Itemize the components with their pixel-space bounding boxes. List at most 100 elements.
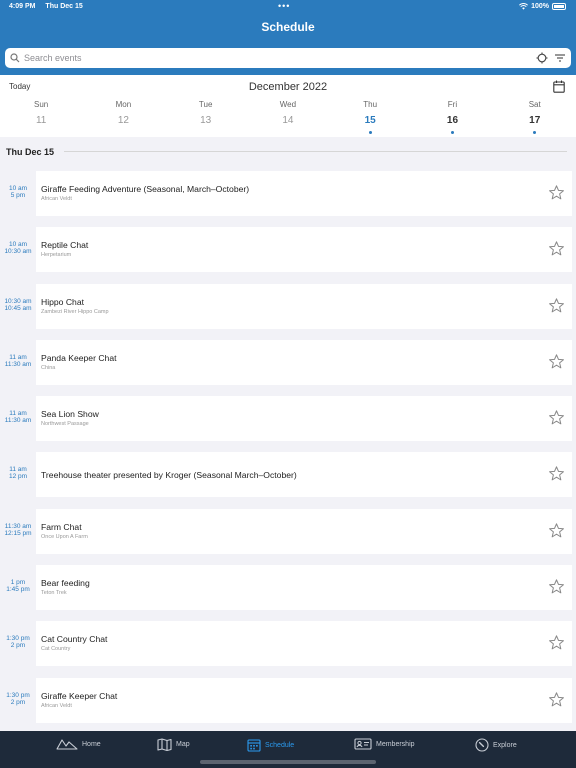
event-title: Sea Lion Show [41,409,99,420]
day-thu-selected[interactable]: Thu 15 [329,100,411,135]
event-title: Farm Chat [41,521,82,532]
tab-label: Membership [376,740,415,748]
favorite-star-icon[interactable] [548,465,565,482]
battery-icon [552,3,566,10]
event-row[interactable]: 1:30 pm 2 pm Cat Country Chat Cat Country [0,621,576,677]
event-location: Zambezi River Hippo Camp [41,308,109,315]
day-name: Sat [528,100,541,109]
day-name: Sun [34,100,49,109]
calendar-month-title: December 2022 [248,81,328,93]
favorite-star-icon[interactable] [548,634,565,651]
event-card[interactable]: Treehouse theater presented by Kroger (S… [36,452,572,498]
tab-membership[interactable]: Membership [354,738,415,750]
day-mon[interactable]: Mon 12 [82,100,164,135]
event-start: 11 am [9,410,27,418]
event-row[interactable]: 10 am 5 pm Giraffe Feeding Adventure (Sea… [0,171,576,227]
event-row[interactable]: 11 am 12 pm Treehouse theater presented b… [0,452,576,508]
event-time: 1:30 pm 2 pm [0,635,36,649]
event-end: 12:15 pm [4,529,32,537]
day-name: Mon [115,100,132,109]
event-row[interactable]: 10:30 am 10:45 am Hippo Chat Zambezi Rive… [0,283,576,340]
event-row[interactable]: 1:30 pm 2 pm Giraffe Keeper Chat African … [0,677,576,734]
event-title: Giraffe Keeper Chat [41,690,118,701]
event-card[interactable]: Cat Country Chat Cat Country [36,621,572,667]
event-start: 10 am [8,241,28,249]
battery-percent: 100% [531,3,549,10]
tab-map[interactable]: Map [157,738,190,751]
event-card[interactable]: Panda Keeper Chat China [36,339,572,385]
tab-explore[interactable]: Explore [475,738,517,752]
day-tue[interactable]: Tue 13 [165,100,247,135]
event-card[interactable]: Sea Lion Show Northwest Passage [36,396,572,442]
day-wed[interactable]: Wed 14 [247,100,329,135]
map-icon [157,738,172,751]
favorite-star-icon[interactable] [548,297,565,314]
event-time: 10:30 am 10:45 am [0,298,36,312]
day-fri[interactable]: Fri 16 [411,100,493,135]
event-list: 10 am 5 pm Giraffe Feeding Adventure (Sea… [0,171,576,734]
day-sat[interactable]: Sat 17 [494,100,576,135]
calendar-icon[interactable] [553,80,565,93]
event-end: 2 pm [10,698,26,706]
day-number: 14 [282,115,294,126]
tab-home[interactable]: Home [56,738,101,750]
event-row[interactable]: 1 pm 1:45 pm Bear feeding Teton Trek [0,565,576,621]
favorite-star-icon[interactable] [548,240,565,257]
search-icon [10,53,20,63]
event-time: 11:30 am 12:15 pm [0,523,36,537]
day-number: 13 [200,115,212,126]
event-end: 10:45 am [4,304,32,312]
status-date: Thu Dec 15 [45,3,83,10]
day-sun[interactable]: Sun 11 [0,100,82,135]
event-end: 10:30 am [4,248,32,256]
favorite-star-icon[interactable] [548,691,565,708]
app-header: 4:09 PM Thu Dec 15 ••• 100% Schedule [0,0,576,75]
tab-label: Schedule [265,741,295,749]
event-start: 1 pm [10,579,26,587]
event-card[interactable]: Giraffe Feeding Adventure (Seasonal, Mar… [36,171,572,216]
status-bar: 4:09 PM Thu Dec 15 ••• 100% [0,0,576,14]
wifi-icon [519,3,529,10]
search-bar[interactable] [5,48,571,68]
day-number: 11 [35,115,47,126]
home-indicator[interactable] [200,760,376,764]
tab-schedule[interactable]: Schedule [247,738,294,752]
favorite-star-icon[interactable] [548,184,565,201]
day-name: Fri [447,100,458,109]
tab-label: Explore [493,741,517,749]
event-location: Northwest Passage [41,421,89,428]
event-row[interactable]: 11 am 11:30 am Sea Lion Show Northwest Pa… [0,396,576,452]
event-location: China [41,364,56,371]
day-number: 12 [117,115,129,126]
event-start: 11 am [9,466,27,474]
event-time: 10 am 10:30 am [0,241,36,255]
event-title: Reptile Chat [41,240,89,251]
event-end: 1:45 pm [6,586,30,594]
event-card[interactable]: Farm Chat Once Upon A Farm [36,508,572,554]
filter-icon[interactable] [554,53,566,63]
event-start: 11 am [9,353,27,361]
event-card[interactable]: Reptile Chat Herpetarium [36,227,572,273]
tab-label: Home [82,740,101,748]
event-card[interactable]: Bear feeding Teton Trek [36,565,572,611]
search-input[interactable] [24,53,536,63]
favorite-star-icon[interactable] [548,522,565,539]
day-number: 15 [364,115,376,126]
favorite-star-icon[interactable] [548,578,565,595]
day-name: Tue [198,100,213,109]
events-dot [533,131,537,134]
event-row[interactable]: 11:30 am 12:15 pm Farm Chat Once Upon A F… [0,508,576,565]
location-crosshair-icon[interactable] [536,52,548,64]
event-time: 10 am 5 pm [0,185,36,199]
event-start: 1:30 pm [6,635,30,643]
event-card[interactable]: Giraffe Keeper Chat African Veldt [36,677,572,723]
multitasking-dots-icon[interactable]: ••• [278,1,290,11]
event-title: Panda Keeper Chat [41,352,117,363]
favorite-star-icon[interactable] [548,409,565,426]
event-row[interactable]: 11 am 11:30 am Panda Keeper Chat China [0,339,576,396]
event-time: 11 am 12 pm [0,466,36,480]
event-card[interactable]: Hippo Chat Zambezi River Hippo Camp [36,283,572,329]
day-name: Wed [279,100,297,109]
favorite-star-icon[interactable] [548,353,565,370]
event-row[interactable]: 10 am 10:30 am Reptile Chat Herpetarium [0,227,576,283]
